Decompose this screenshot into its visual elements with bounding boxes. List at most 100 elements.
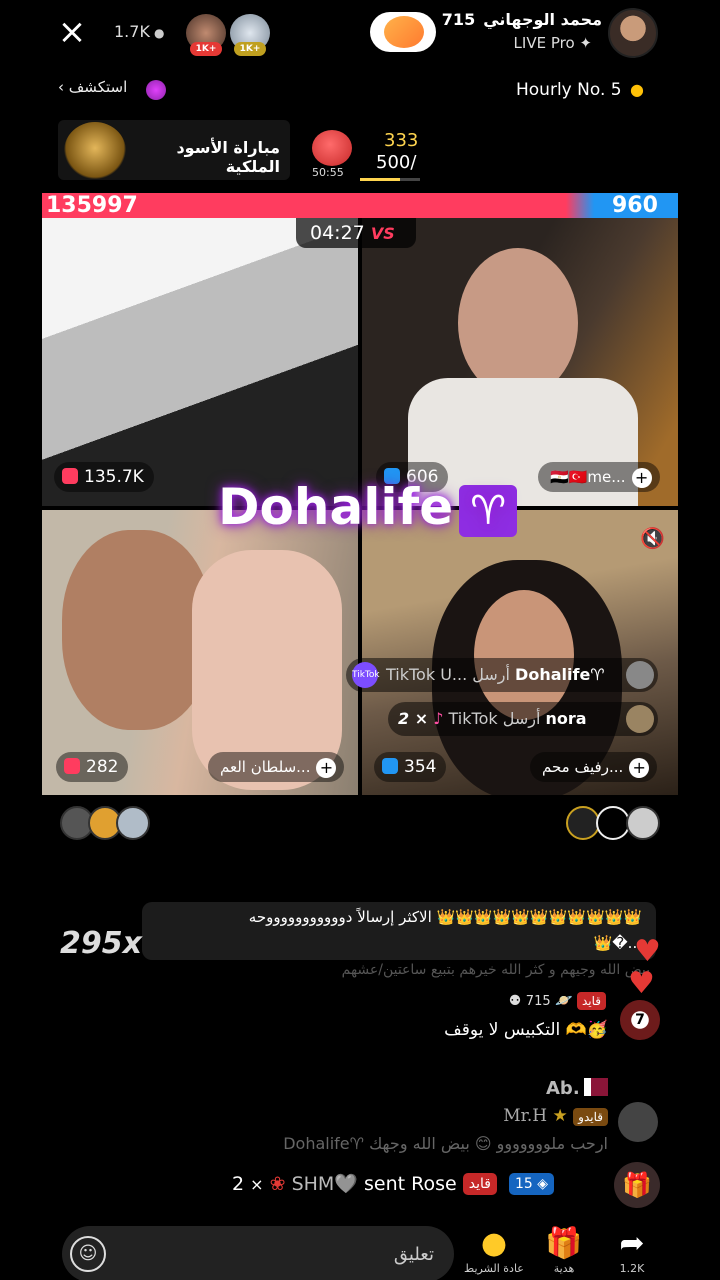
chat-message-1-meta[interactable]: ⚉ 715 🪐 قايد (456, 992, 606, 1010)
plus-icon[interactable]: + (316, 757, 337, 778)
top-viewer-avatar-1[interactable]: 1K+ (186, 14, 226, 56)
live-pro-label: LIVE Pro (513, 34, 575, 52)
mute-icon[interactable]: 🔇 (640, 526, 665, 550)
video-cell-1[interactable]: 135.7K (42, 218, 358, 506)
gift-icon: 🎁 (545, 1226, 583, 1261)
gift-button[interactable]: 🎁 هدية (534, 1226, 594, 1275)
explore-orb-icon (146, 80, 166, 100)
flags: 🇪🇬🇹🇷 (550, 468, 588, 486)
gift-user: nora (545, 709, 587, 728)
rank-tag: قايدو (573, 1107, 608, 1126)
host-level: 715 (441, 10, 476, 29)
video-cell-3[interactable]: 282 سلطان العم... + (42, 510, 358, 795)
battle-score-right: 960 (612, 193, 658, 218)
plus-icon[interactable]: + (631, 467, 652, 488)
cell-3-count: 282 (56, 752, 129, 782)
chat-message-2-user[interactable]: Ab. (546, 1078, 580, 1099)
star-icon: ★ (552, 1106, 568, 1126)
hourly-rank[interactable]: Hourly No. 5 (516, 80, 622, 100)
vs-label: VS (370, 224, 395, 243)
overlay-name: Dohalife (218, 478, 454, 536)
tiktok-badge-icon: TikTok (352, 662, 380, 688)
person-face (474, 590, 574, 720)
host-avatar[interactable] (608, 8, 658, 58)
person-face (458, 248, 578, 398)
goal-total: 500/ (376, 152, 417, 173)
chat-message-1-avatar[interactable]: 7 (620, 1000, 660, 1040)
entrance-name-overlay: Dohalife ♈ (218, 478, 518, 537)
share-icon: ➦ (619, 1226, 645, 1261)
alarm-icon (382, 758, 398, 774)
top-viewer-avatar-2[interactable]: 1K+ (230, 14, 270, 56)
gift-text: TikTok أرسل (448, 709, 541, 728)
viewer-count[interactable]: 1.7K ● (114, 22, 164, 41)
cell-4-count: 354 (374, 752, 447, 782)
cell-4-name[interactable]: رفيف محم... + (530, 752, 658, 782)
top-sender-line-2: 👑�... (593, 934, 642, 952)
gift-message: 2 × ❀ SHM🩶 sent Rose قايد 15 ◈ (232, 1172, 555, 1195)
alarm-icon (62, 468, 78, 484)
supporter-avatar-5[interactable] (596, 806, 630, 840)
gift-box-icon[interactable]: 🎁 (614, 1162, 660, 1208)
cell-3-name[interactable]: سلطان العم... + (208, 752, 345, 782)
sparkle-icon: ✦ (579, 34, 592, 52)
follow-heart-icon (384, 16, 424, 48)
treasure-apple-icon[interactable] (312, 130, 352, 166)
comment-input[interactable] (120, 1240, 434, 1268)
count-value: 135.7K (84, 467, 144, 487)
level-badge: 15 ◈ (509, 1173, 555, 1195)
gift-popup-2: 2 × ♪ TikTok أرسل nora (388, 702, 658, 736)
tiktok-note-icon: ♪ (433, 709, 444, 728)
gift-action: sent Rose (364, 1173, 457, 1195)
user-level: 715 (525, 994, 551, 1009)
aries-icon: ♈ (459, 484, 518, 537)
supporter-avatar-3[interactable] (116, 806, 150, 840)
rank-badge: 1K+ (234, 42, 266, 56)
viewer-count-value: 1.7K (114, 22, 150, 41)
battle-timer-value: 04:27 (310, 222, 365, 244)
goal-current: 333 (384, 130, 419, 151)
battle-score-left: 135997 (46, 193, 138, 218)
name-value: سلطان العم... (220, 758, 311, 776)
level-value: 15 (515, 1176, 533, 1192)
explore-link[interactable]: ‹ استكشف (58, 78, 127, 96)
emoji-icon[interactable]: ☺ (70, 1236, 106, 1272)
goal-progress-fill (360, 178, 401, 181)
chevron-left-icon: ‹ (58, 78, 64, 96)
share-button[interactable]: ➦ 1.2K (602, 1226, 662, 1275)
gift-multiplier: 2 × (398, 709, 429, 728)
rewatch-label: إعادة الشريط (464, 1262, 524, 1275)
rewatch-button[interactable]: ● إعادة الشريط (464, 1226, 524, 1275)
share-count: 1.2K (619, 1262, 645, 1275)
username: Mr.H (503, 1106, 548, 1126)
supporter-avatar-4[interactable] (566, 806, 600, 840)
gift-label: هدية (553, 1262, 575, 1275)
host-name[interactable]: 715 محمد الوجهاني (440, 10, 602, 29)
gift-text: TikTok U... أرسل (386, 665, 510, 684)
cell-2-name[interactable]: 🇪🇬🇹🇷me... + (538, 462, 660, 492)
match-title: مباراة الأسود الملكية (176, 138, 280, 176)
lion-icon (64, 122, 126, 180)
rank-tag: قايد (462, 1173, 497, 1195)
battle-timer: 04:27 VS (296, 218, 416, 248)
chat-message-3-user[interactable]: Mr.H ★ قايدو (462, 1106, 608, 1126)
chat-faded-message-2: Dohalife♈ ارحب ملووووووو 😊 بيض الله وجهك (283, 1134, 608, 1153)
video-cell-2[interactable]: 606 🇪🇬🇹🇷me... + (362, 218, 678, 506)
rank-tag: قايد (576, 992, 606, 1010)
diamond-icon: ◈ (537, 1176, 549, 1192)
treasure-timer: 50:55 (312, 166, 344, 179)
chat-message-3-avatar[interactable] (618, 1102, 658, 1142)
follow-button[interactable] (370, 12, 436, 52)
person-face (62, 530, 212, 730)
gift-multiplier-sign: × (250, 1175, 264, 1194)
supporter-avatar-6[interactable] (626, 806, 660, 840)
cell-1-count: 135.7K (54, 462, 154, 492)
alarm-icon (64, 758, 80, 774)
plus-icon[interactable]: + (629, 757, 650, 778)
explore-label: استكشف (68, 78, 128, 96)
close-button[interactable]: × (54, 14, 90, 50)
rose-icon: ❀ (269, 1173, 286, 1195)
name-value: me... (587, 468, 626, 486)
video-cell-4[interactable]: 354 رفيف محم... + (362, 510, 678, 795)
group-icon: ⚉ (508, 993, 522, 1009)
